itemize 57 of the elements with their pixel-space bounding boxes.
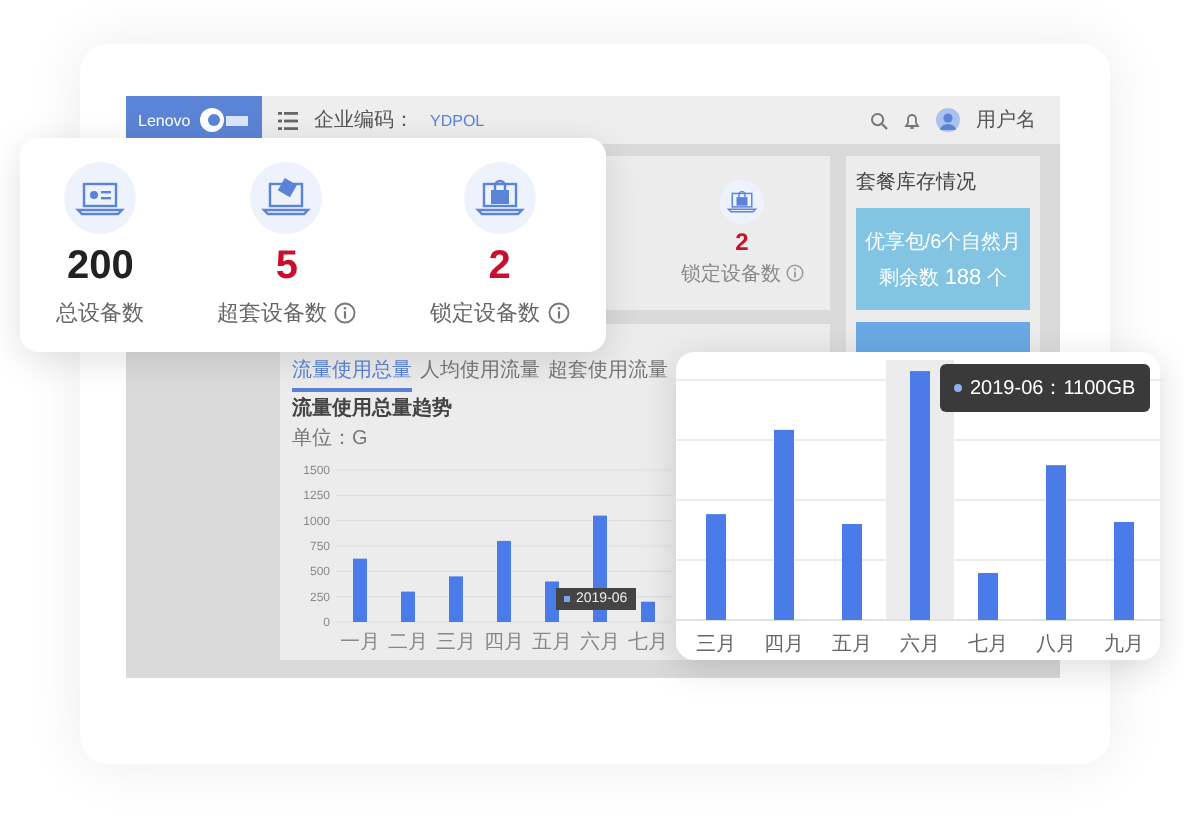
company-code: YDPOL <box>430 111 485 129</box>
unit-label: 单位：G <box>292 428 370 452</box>
axis-label: 五月 <box>832 634 872 656</box>
axis-label: 四月 <box>484 632 524 650</box>
menu-icon[interactable] <box>278 111 298 129</box>
count-label: 剩余数 <box>878 265 939 291</box>
user-name: 用户名 <box>976 107 1036 134</box>
stat-value: 5 <box>275 246 299 286</box>
count-value: 188 <box>944 265 982 289</box>
axis-label: 八月 <box>1036 634 1076 656</box>
axis-label: 九月 <box>1104 634 1144 656</box>
stat-value: 200 <box>66 246 134 286</box>
info-icon <box>785 264 803 282</box>
tab[interactable]: 人均使用流量 <box>420 352 540 392</box>
panel-title: 套餐库存情况 <box>856 169 978 196</box>
axis-label: 五月 <box>532 632 572 650</box>
avatar-icon[interactable] <box>936 108 960 132</box>
chart-bar <box>1114 522 1134 620</box>
info-icon <box>334 302 357 324</box>
logo-icon <box>198 106 251 134</box>
stat-value: 2 <box>735 227 749 255</box>
laptop-tag-icon <box>250 162 323 234</box>
info-icon <box>547 302 570 324</box>
chart-bar <box>545 581 559 622</box>
tooltip-text: 2019-06：1100GB <box>970 376 1136 402</box>
chart-title: 流量使用总量趋势 <box>292 398 454 422</box>
search-icon[interactable] <box>870 111 888 129</box>
chart-bar <box>978 572 998 620</box>
laptop-chart-icon <box>64 162 137 234</box>
stat-label: 总设备数 <box>56 300 145 328</box>
axis-label: 三月 <box>436 632 476 650</box>
laptop-lock-icon <box>463 162 536 234</box>
axis-label: 三月 <box>696 634 736 656</box>
company-label: 企业编码： <box>314 107 414 134</box>
stat-value: 2 <box>488 246 511 286</box>
chart-bar <box>497 540 511 622</box>
axis-label: 一月 <box>340 632 380 650</box>
stat-label: 锁定设备数 <box>681 261 781 287</box>
bell-icon[interactable] <box>904 111 920 129</box>
chart-bar <box>449 576 463 622</box>
stat-label: 锁定设备数 <box>429 299 540 328</box>
stat-label: 超套设备数 <box>216 300 327 328</box>
package-name: 优享包/6个自然月 <box>864 229 1022 255</box>
chart-bar <box>353 558 367 622</box>
brand-name: Lenovo <box>138 111 191 129</box>
axis-label: 六月 <box>900 634 940 656</box>
axis-label: 七月 <box>968 634 1008 656</box>
chart-bar <box>641 601 655 622</box>
tab[interactable]: 超套使用流量 <box>548 352 668 392</box>
count-unit: 个 <box>987 265 1008 291</box>
laptop-lock-icon <box>720 179 764 223</box>
chart-bar <box>706 514 726 620</box>
chart-bar <box>401 591 415 622</box>
axis-label: 四月 <box>764 634 804 656</box>
chart-bar <box>842 523 862 620</box>
axis-label: 七月 <box>628 632 668 650</box>
axis-label: 二月 <box>388 632 428 650</box>
